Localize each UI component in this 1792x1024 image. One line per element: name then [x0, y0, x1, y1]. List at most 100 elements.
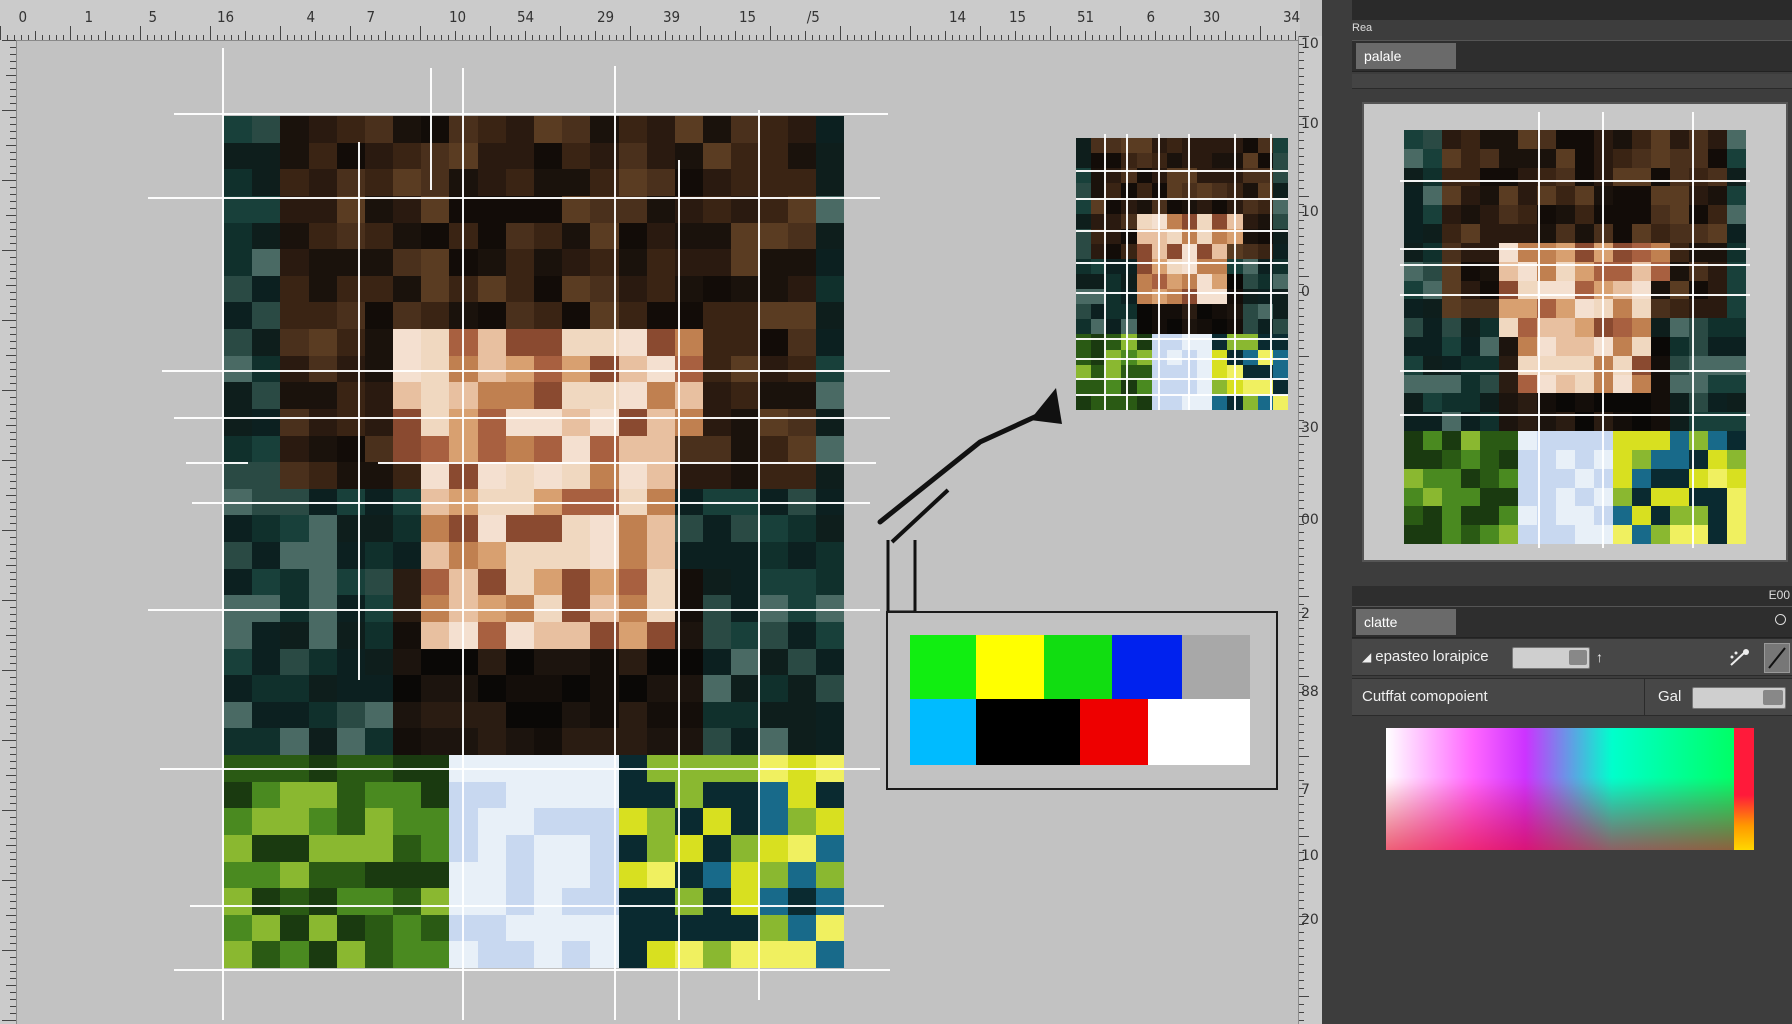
guide-line-horizontal[interactable] [378, 462, 876, 464]
pixel-cell [1708, 186, 1728, 206]
guide-line-horizontal[interactable] [1076, 338, 1288, 340]
swatch[interactable] [1080, 699, 1148, 765]
guide-line-vertical[interactable] [358, 142, 360, 680]
pixel-cell [618, 861, 648, 889]
pixel-cell [1670, 374, 1690, 395]
guide-line-horizontal[interactable] [1076, 198, 1288, 200]
pixel-cell [1632, 318, 1652, 338]
collapse-icon[interactable] [1775, 614, 1786, 625]
guide-line-horizontal[interactable] [190, 905, 884, 907]
guide-line-horizontal[interactable] [174, 113, 888, 115]
guide-line-vertical[interactable] [1692, 112, 1694, 548]
pixel-cell [252, 701, 281, 729]
swatch[interactable] [910, 699, 976, 765]
guide-line-vertical[interactable] [1602, 112, 1604, 548]
guide-line-horizontal[interactable] [162, 370, 890, 372]
pixel-cell [815, 116, 844, 144]
guide-line-vertical[interactable] [1126, 134, 1128, 410]
pixel-cell [703, 701, 732, 729]
guide-line-vertical[interactable] [1104, 134, 1106, 410]
swatch[interactable] [1044, 635, 1112, 699]
arrow-up-icon[interactable]: ↑ [1596, 639, 1603, 675]
pixel-cell [1423, 374, 1443, 395]
pixel-cell [252, 941, 281, 968]
swatch[interactable] [910, 635, 976, 699]
pixel-cell [421, 701, 451, 729]
slider-icon[interactable] [1763, 690, 1783, 705]
brush-icon[interactable] [1764, 643, 1790, 673]
guide-line-horizontal[interactable] [1400, 248, 1750, 250]
pixel-cell [1076, 183, 1092, 200]
pixel-cell [1499, 186, 1519, 206]
guide-line-horizontal[interactable] [1400, 180, 1750, 182]
pixel-cell [731, 542, 761, 570]
guide-line-horizontal[interactable] [186, 462, 248, 464]
swatch[interactable] [976, 635, 1044, 699]
pixel-cell [815, 302, 844, 330]
pixel-cell [1404, 468, 1424, 489]
guide-line-horizontal[interactable] [148, 609, 880, 611]
guide-line-vertical[interactable] [758, 110, 760, 1000]
pixel-cell [1575, 242, 1595, 263]
guide-line-horizontal[interactable] [1400, 264, 1750, 266]
pixel-cell [336, 435, 366, 463]
guide-line-horizontal[interactable] [1076, 170, 1288, 172]
dropdown-icon[interactable] [1569, 650, 1587, 665]
swatch[interactable] [1148, 699, 1250, 765]
pixel-cell [336, 781, 366, 809]
guide-line-horizontal[interactable] [174, 417, 890, 419]
eyedropper-icon[interactable] [1728, 647, 1752, 669]
guide-line-horizontal[interactable] [1076, 394, 1288, 396]
top-ruler[interactable]: 0 1 5 16 4 7 10 54 29 39 15 /5 14 15 51 … [0, 0, 1300, 41]
guide-line-vertical[interactable] [1234, 134, 1236, 410]
swatch[interactable] [976, 699, 1080, 765]
guide-line-horizontal[interactable] [1400, 370, 1750, 372]
guide-line-vertical[interactable] [1158, 134, 1160, 410]
guide-line-horizontal[interactable] [1076, 262, 1288, 264]
pixel-cell [308, 728, 338, 756]
pixel-cell [618, 462, 648, 490]
guide-line-horizontal[interactable] [1076, 230, 1288, 232]
guide-line-horizontal[interactable] [160, 768, 880, 770]
pixel-cell [364, 462, 394, 490]
guide-line-horizontal[interactable] [1076, 292, 1288, 294]
guide-line-horizontal[interactable] [1400, 294, 1750, 296]
pixel-cell [562, 515, 591, 543]
guide-line-horizontal[interactable] [1076, 378, 1288, 380]
swatch[interactable] [1182, 635, 1250, 699]
row1-input[interactable] [1512, 647, 1590, 669]
pixel-cell [1076, 153, 1092, 169]
right-ruler[interactable]: 10 10 10 0 30 00 2 88 7 10 20 [1298, 36, 1323, 1024]
guide-line-vertical[interactable] [430, 68, 432, 190]
guide-line-vertical[interactable] [1188, 134, 1190, 410]
navigator-preview-portrait[interactable] [1404, 130, 1746, 544]
pixel-cell [336, 568, 366, 596]
pixel-cell [224, 462, 253, 490]
pixel-cell [421, 275, 451, 303]
color-picker-gradient[interactable] [1386, 728, 1734, 850]
pixel-cell [1575, 224, 1595, 244]
guide-line-vertical[interactable] [1270, 134, 1272, 410]
hue-slider[interactable] [1734, 728, 1754, 850]
guide-line-horizontal[interactable] [1400, 414, 1750, 416]
left-ruler[interactable] [0, 40, 17, 1024]
thumbnail-portrait[interactable] [1076, 138, 1288, 410]
guide-line-vertical[interactable] [1538, 112, 1540, 548]
pixel-cell [703, 834, 732, 863]
row2-input[interactable] [1692, 687, 1786, 709]
pixel-cell [505, 169, 535, 197]
main-pixel-portrait[interactable] [224, 116, 844, 968]
tab-clatte[interactable]: clatte [1356, 609, 1456, 635]
pixel-cell [364, 648, 394, 676]
guide-line-horizontal[interactable] [192, 502, 870, 504]
guide-line-vertical[interactable] [614, 66, 616, 1020]
pixel-cell [308, 648, 338, 676]
swatch[interactable] [1112, 635, 1182, 699]
guide-line-horizontal[interactable] [1076, 358, 1288, 360]
guide-line-vertical[interactable] [462, 68, 464, 1020]
tab-palale[interactable]: palale [1356, 43, 1456, 69]
guide-line-vertical[interactable] [222, 48, 224, 1020]
guide-line-horizontal[interactable] [148, 197, 880, 199]
guide-line-vertical[interactable] [678, 160, 680, 1020]
guide-line-horizontal[interactable] [174, 969, 890, 971]
